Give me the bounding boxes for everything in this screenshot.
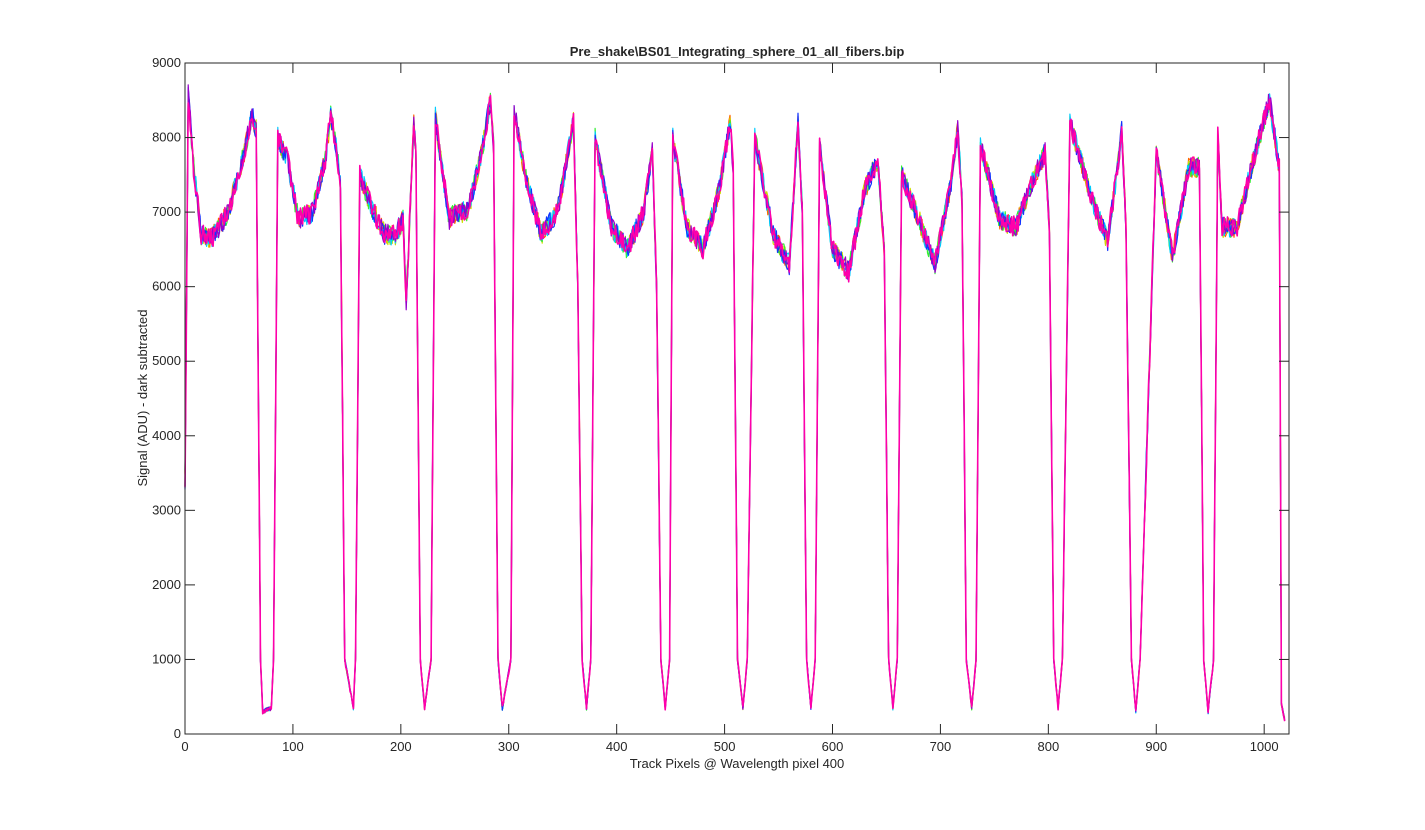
x-tick-label: 400: [606, 739, 628, 754]
x-tick-label: 500: [714, 739, 736, 754]
x-tick-label: 100: [282, 739, 304, 754]
y-axis-label: Signal (ADU) - dark subtracted: [135, 309, 150, 486]
x-tick-label: 800: [1037, 739, 1059, 754]
y-tick-label: 9000: [152, 55, 181, 70]
y-tick-label: 5000: [152, 353, 181, 368]
x-axis-label: Track Pixels @ Wavelength pixel 400: [630, 756, 845, 771]
y-tick-label: 7000: [152, 204, 181, 219]
figure: 0 100 200 300 400 500 600 700 800 900 1000 0 1000 20…: [0, 0, 1425, 825]
x-tick-label: 600: [822, 739, 844, 754]
x-tick-label: 300: [498, 739, 520, 754]
y-tick-label: 6000: [152, 279, 181, 294]
x-tick-label: 900: [1145, 739, 1167, 754]
y-tick-label: 3000: [152, 502, 181, 517]
y-tick-label: 4000: [152, 428, 181, 443]
y-tick-label: 1000: [152, 651, 181, 666]
x-tick-label: 0: [181, 739, 188, 754]
x-tick-label: 700: [930, 739, 952, 754]
x-tick-label: 1000: [1250, 739, 1279, 754]
y-tick-label: 8000: [152, 130, 181, 145]
chart-title: Pre_shake\BS01_Integrating_sphere_01_all…: [570, 44, 905, 59]
y-tick-label: 2000: [152, 577, 181, 592]
x-tick-label: 200: [390, 739, 412, 754]
y-tick-label: 0: [174, 726, 181, 741]
line-chart: 0 100 200 300 400 500 600 700 800 900 1000 0 1000 20…: [135, 44, 1290, 771]
